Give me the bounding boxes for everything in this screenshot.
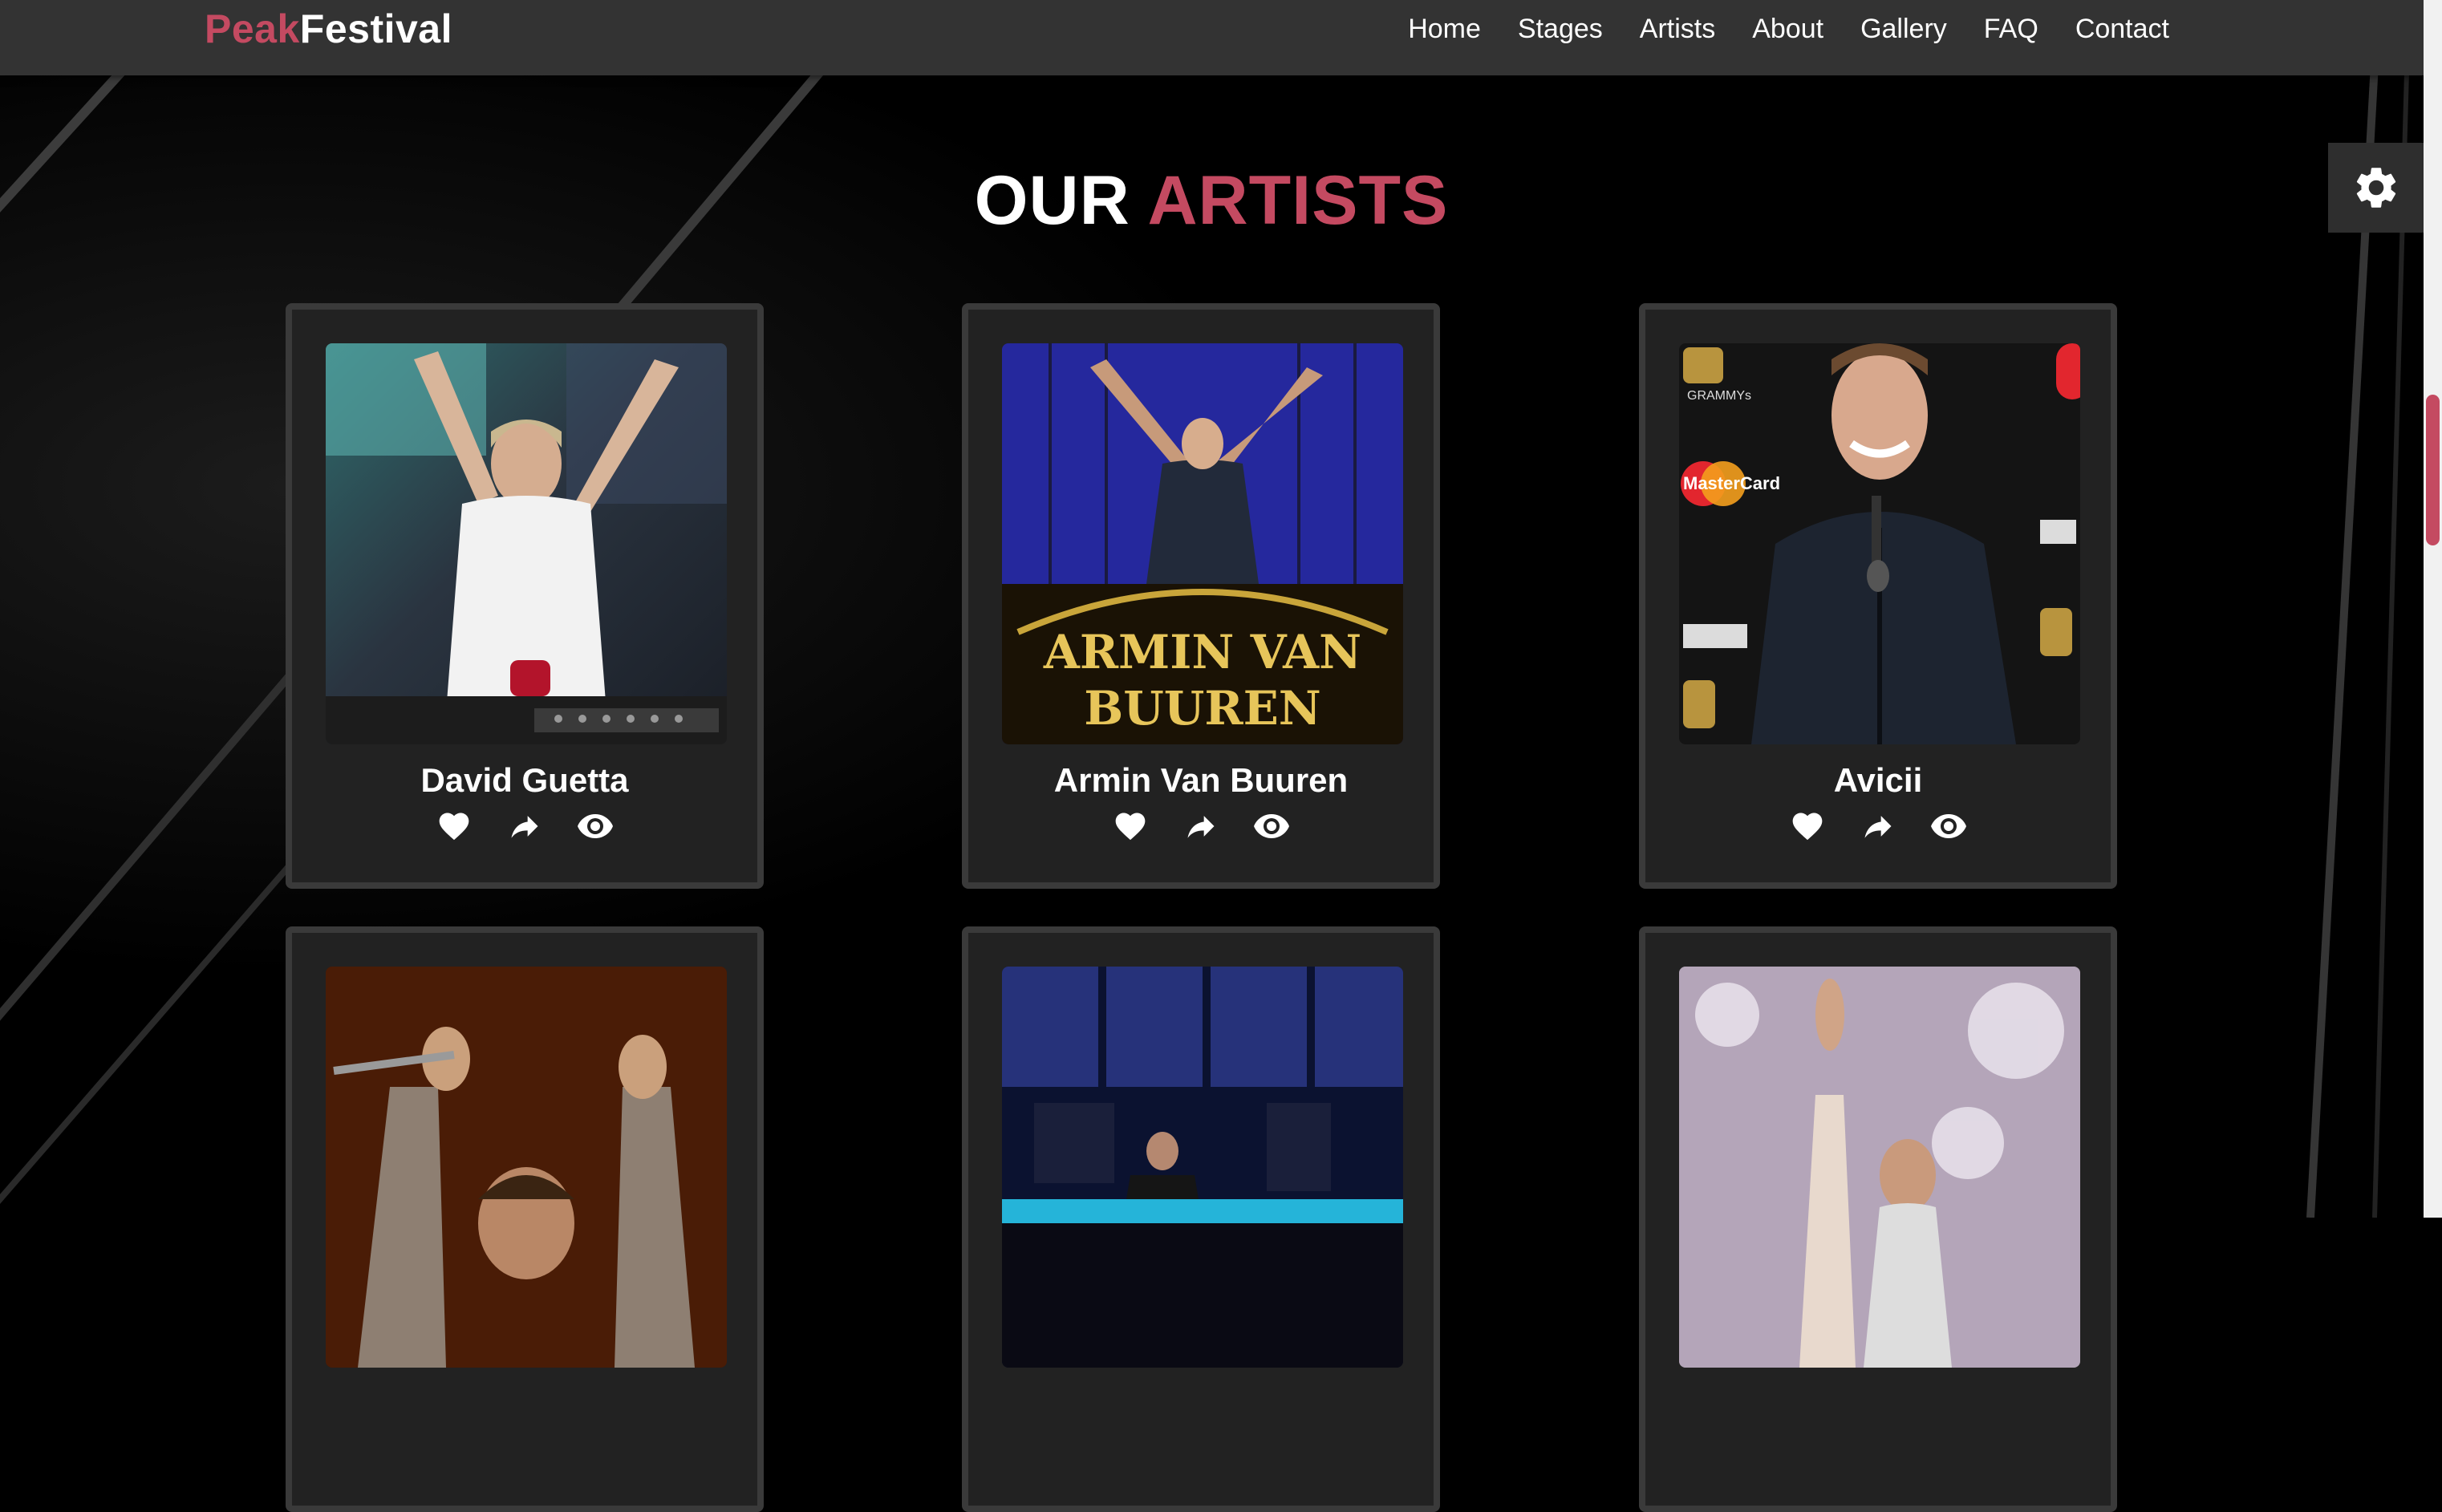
view-button[interactable] [1929,807,1968,845]
like-button[interactable] [435,807,473,845]
page-scrollbar-thumb[interactable] [2426,395,2440,545]
artist-name: David Guetta [420,761,629,799]
settings-button[interactable] [2328,143,2424,233]
eye-icon [1254,814,1289,838]
share-button[interactable] [1182,807,1220,845]
heart-icon [1792,813,1823,841]
armin-banner-line2: BUUREN [1084,681,1321,736]
artist-name: Armin Van Buuren [1053,761,1349,799]
heart-icon [439,813,469,841]
nav-contact[interactable]: Contact [2075,10,2169,48]
artist-card [286,926,764,1512]
artist-photo[interactable]: ARMIN VAN BUUREN [1002,343,1403,744]
brand-logo[interactable]: PeakFestival [205,5,452,53]
avicii-wall-text-2: MasterCard [1683,473,1780,493]
raised-hand-performer-photo [1679,967,2080,1368]
section-title: OUR ARTISTS [0,160,2423,241]
brand-logo-festival: Festival [299,6,452,51]
artist-card: ARMIN VAN BUUREN Armin Van Buuren [962,303,1440,889]
share-icon [1187,816,1215,838]
heart-icon [1115,813,1146,841]
artist-photo[interactable] [326,343,727,744]
section-title-our: OUR [974,162,1130,239]
view-button[interactable] [1252,807,1291,845]
artist-photo[interactable] [1002,967,1403,1368]
dj-performer-photo [326,343,727,744]
artist-card: GRAMMYs MasterCard Avicii [1639,303,2117,889]
page-scrollbar-track[interactable] [2424,0,2442,1218]
press-wall-portrait-photo: GRAMMYs MasterCard [1679,343,2080,744]
gear-icon [2356,168,2396,208]
share-button[interactable] [505,807,544,845]
share-button[interactable] [1859,807,1897,845]
nav-links: Home Stages Artists About Gallery FAQ Co… [1371,10,2169,48]
dj-booth-photo [1002,967,1403,1368]
nav-faq[interactable]: FAQ [1984,10,2038,48]
nav-stages[interactable]: Stages [1518,10,1603,48]
nav-about[interactable]: About [1752,10,1823,48]
share-icon [1864,816,1892,838]
artist-actions [1645,807,2111,845]
top-navbar: PeakFestival Home Stages Artists About G… [0,0,2442,75]
share-icon [511,816,538,838]
nav-gallery[interactable]: Gallery [1860,10,1947,48]
artist-card: David Guetta [286,303,764,889]
nav-artists[interactable]: Artists [1640,10,1715,48]
hands-up-performer-photo [326,967,727,1368]
artist-name: Avicii [1833,761,1923,799]
section-title-artists: ARTISTS [1147,162,1449,239]
eye-icon [1931,814,1966,838]
artist-photo[interactable]: GRAMMYs MasterCard [1679,343,2080,744]
nav-home[interactable]: Home [1408,10,1481,48]
artist-actions [292,807,757,845]
artist-card [1639,926,2117,1512]
eye-icon [578,814,613,838]
artist-photo[interactable] [1679,967,2080,1368]
artist-card [962,926,1440,1512]
artist-photo[interactable] [326,967,727,1368]
stage-performer-photo: ARMIN VAN BUUREN [1002,343,1403,744]
armin-banner-line1: ARMIN VAN [1043,625,1361,679]
like-button[interactable] [1788,807,1827,845]
avicii-wall-text-1: GRAMMYs [1687,389,1751,403]
view-button[interactable] [576,807,615,845]
like-button[interactable] [1111,807,1150,845]
artist-actions [968,807,1434,845]
brand-logo-peak: Peak [205,6,300,51]
